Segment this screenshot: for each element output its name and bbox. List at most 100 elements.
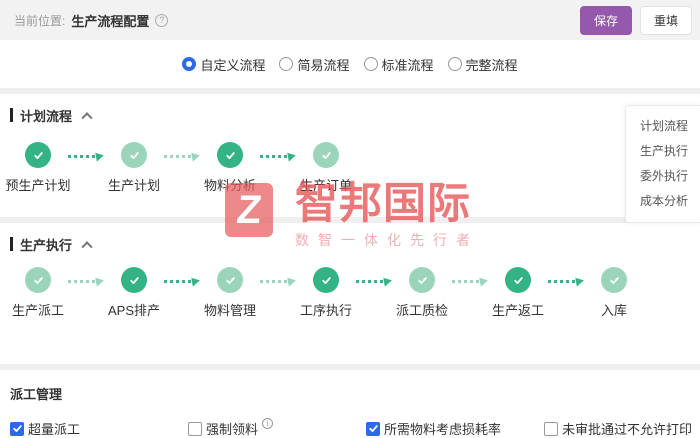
check-circle-icon xyxy=(121,142,147,168)
step-label: 生产计划 xyxy=(108,175,160,194)
step-label: 生产订单 xyxy=(300,175,352,194)
section-accent-bar xyxy=(10,108,13,122)
page-title: 生产流程配置 xyxy=(71,11,149,30)
radio-label: 标准流程 xyxy=(382,55,434,74)
check-circle-icon xyxy=(121,267,147,293)
arrow-head xyxy=(575,276,584,286)
radio-icon[interactable] xyxy=(182,57,196,71)
flow-step[interactable]: 生产订单 xyxy=(296,142,356,194)
step-label: 物料管理 xyxy=(204,300,256,319)
flow-step[interactable]: APS排产 xyxy=(104,267,164,319)
flow-step[interactable]: 派工质检 xyxy=(392,267,452,319)
save-button[interactable]: 保存 xyxy=(580,6,632,35)
step-label: APS排产 xyxy=(108,300,160,319)
dispatch-options-row: 超量派工 强制领料i 所需物料考虑损耗率 未审批通过不允许打印 xyxy=(10,419,700,438)
arrow-dots xyxy=(356,280,383,283)
flow-arrow-icon xyxy=(548,277,584,286)
arrow-head xyxy=(191,151,200,161)
arrow-head xyxy=(479,276,488,286)
step-label: 预生产计划 xyxy=(6,175,71,194)
arrow-dots xyxy=(164,155,191,158)
checkbox-label: 所需物料考虑损耗率 xyxy=(384,419,501,438)
flow-step[interactable]: 物料管理 xyxy=(200,267,260,319)
arrow-dots xyxy=(68,155,95,158)
arrow-dots xyxy=(68,280,95,283)
checkbox-option[interactable]: 未审批通过不允许打印 xyxy=(544,419,700,438)
radio-option[interactable]: 自定义流程 xyxy=(182,55,265,74)
flow-steps: 预生产计划 生产计划 物料分析 生产订单 xyxy=(0,142,700,217)
check-circle-icon xyxy=(505,267,531,293)
dispatch-section-title: 派工管理 xyxy=(10,378,700,403)
checkbox-option[interactable]: 超量派工 xyxy=(10,419,188,438)
arrow-head xyxy=(287,276,296,286)
step-label: 物料分析 xyxy=(204,175,256,194)
flow-step[interactable]: 生产派工 xyxy=(8,267,68,319)
checkbox-icon[interactable] xyxy=(544,422,558,436)
side-nav-item[interactable]: 计划流程 xyxy=(640,114,688,139)
radio-label: 自定义流程 xyxy=(200,55,265,74)
flow-arrow-icon xyxy=(452,277,488,286)
checkbox-icon[interactable] xyxy=(10,422,24,436)
radio-option[interactable]: 标准流程 xyxy=(364,55,434,74)
checkbox-icon[interactable] xyxy=(188,422,202,436)
checkbox-option[interactable]: 所需物料考虑损耗率 xyxy=(366,419,544,438)
section-anchor-nav: 计划流程生产执行委外执行成本分析 xyxy=(625,105,700,223)
step-label: 生产返工 xyxy=(492,300,544,319)
check-circle-icon xyxy=(601,267,627,293)
arrow-dots xyxy=(452,280,479,283)
flow-step[interactable]: 物料分析 xyxy=(200,142,260,194)
info-icon[interactable]: i xyxy=(262,418,273,429)
arrow-head xyxy=(383,276,392,286)
arrow-dots xyxy=(260,155,287,158)
radio-icon[interactable] xyxy=(448,57,462,71)
chevron-up-icon[interactable] xyxy=(81,112,92,123)
chevron-up-icon[interactable] xyxy=(81,241,92,252)
check-circle-icon xyxy=(25,267,51,293)
flow-step[interactable]: 工序执行 xyxy=(296,267,356,319)
flow-step[interactable]: 生产返工 xyxy=(488,267,548,319)
arrow-dots xyxy=(260,280,287,283)
flow-mode-group: 自定义流程 简易流程 标准流程完整流程 xyxy=(0,40,700,88)
arrow-head xyxy=(95,151,104,161)
flow-arrow-icon xyxy=(68,152,104,161)
flow-sections: 计划流程预生产计划生产计划物料分析生产订单生产执行生产派工APS排产物料管理工序… xyxy=(0,94,700,370)
flow-step[interactable]: 入库 xyxy=(584,267,644,319)
flow-arrow-icon xyxy=(356,277,392,286)
radio-option[interactable]: 完整流程 xyxy=(448,55,518,74)
step-label: 生产派工 xyxy=(12,300,64,319)
check-circle-icon xyxy=(217,267,243,293)
section-header[interactable]: 计划流程 xyxy=(0,94,700,124)
section-header[interactable]: 生产执行 xyxy=(0,223,700,253)
arrow-head xyxy=(191,276,200,286)
reset-button[interactable]: 重填 xyxy=(640,6,692,35)
flow-arrow-icon xyxy=(260,277,296,286)
section-title: 生产执行 xyxy=(20,235,72,254)
side-nav-item[interactable]: 成本分析 xyxy=(640,189,688,214)
flow-steps: 生产派工 APS排产 物料管理 工序执行派工质检 生产返工 入库 xyxy=(0,267,700,364)
section-title: 计划流程 xyxy=(20,106,72,125)
check-circle-icon xyxy=(313,267,339,293)
step-label: 派工质检 xyxy=(396,300,448,319)
checkbox-icon[interactable] xyxy=(366,422,380,436)
flow-section: 计划流程预生产计划 生产计划 物料分析 生产订单 xyxy=(0,94,700,217)
radio-icon[interactable] xyxy=(364,57,378,71)
breadcrumb: 当前位置: 生产流程配置 ? xyxy=(14,11,168,30)
flow-arrow-icon xyxy=(164,277,200,286)
check-circle-icon xyxy=(25,142,51,168)
side-nav-item[interactable]: 生产执行 xyxy=(640,139,688,164)
check-circle-icon xyxy=(409,267,435,293)
help-icon[interactable]: ? xyxy=(155,14,168,27)
arrow-head xyxy=(95,276,104,286)
radio-option[interactable]: 简易流程 xyxy=(279,55,349,74)
flow-arrow-icon xyxy=(260,152,296,161)
radio-label: 简易流程 xyxy=(297,55,349,74)
arrow-head xyxy=(287,151,296,161)
arrow-dots xyxy=(548,280,575,283)
checkbox-label: 未审批通过不允许打印 xyxy=(562,419,692,438)
checkbox-label: 超量派工 xyxy=(28,419,80,438)
radio-icon[interactable] xyxy=(279,57,293,71)
checkbox-option[interactable]: 强制领料i xyxy=(188,419,366,438)
side-nav-item[interactable]: 委外执行 xyxy=(640,164,688,189)
flow-step[interactable]: 生产计划 xyxy=(104,142,164,194)
flow-step[interactable]: 预生产计划 xyxy=(8,142,68,194)
